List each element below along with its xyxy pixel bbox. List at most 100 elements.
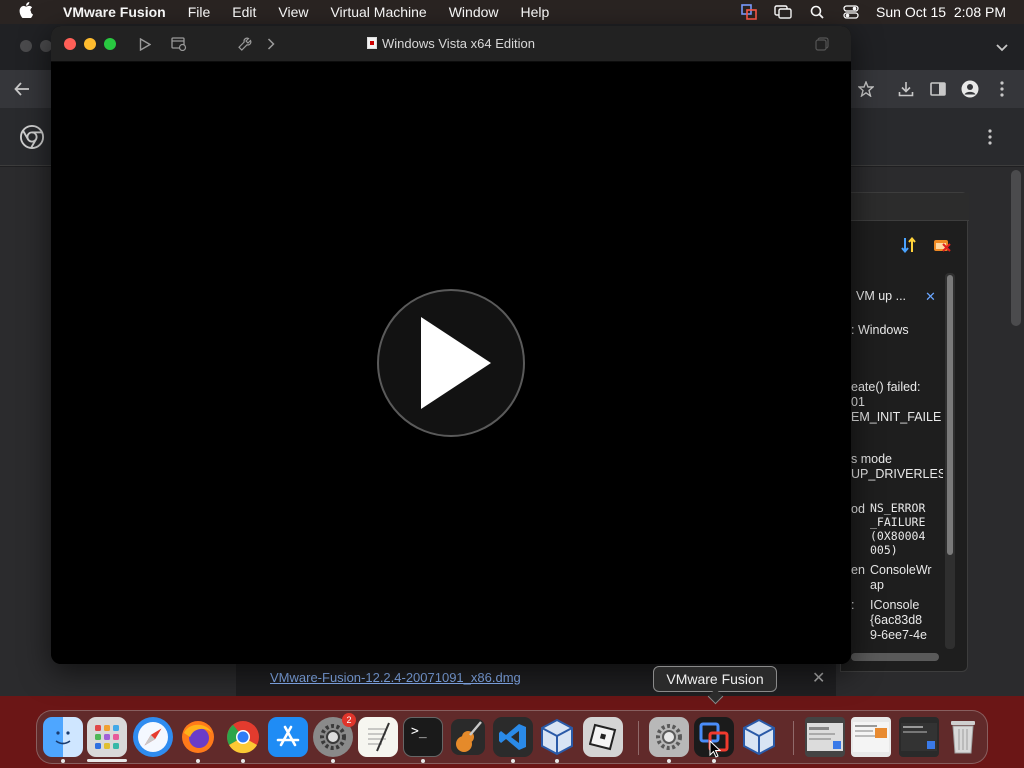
vm-window-titlebar: Windows Vista x64 Edition <box>51 26 851 62</box>
app-progress-bar <box>87 759 127 762</box>
dismiss-message-icon[interactable]: ✕ <box>925 289 936 305</box>
side-panel-icon[interactable] <box>926 77 950 101</box>
running-indicator <box>421 759 425 763</box>
play-button[interactable] <box>377 289 525 437</box>
chrome-icon[interactable] <box>223 717 263 757</box>
dock-separator <box>638 721 639 755</box>
browser-menu-icon[interactable] <box>990 77 1014 101</box>
log-line: 01 <box>851 395 865 409</box>
close-dot[interactable] <box>20 40 32 52</box>
vm-settings-icon[interactable] <box>649 717 689 757</box>
log-line: ConsoleWr <box>870 563 932 577</box>
vm-window-title: Windows Vista x64 Edition <box>51 36 851 51</box>
system-settings-icon[interactable]: 2 <box>313 713 356 757</box>
menu-clock[interactable]: Sun Oct 15 2:08 PM <box>876 4 1006 20</box>
log-line: s mode <box>851 452 892 466</box>
log-line: 005) <box>870 543 898 557</box>
tab-search-chevron-icon[interactable] <box>990 36 1014 60</box>
download-icon[interactable] <box>894 77 918 101</box>
vm-document-icon <box>367 37 378 49</box>
recent-screenshot-thumbnail[interactable] <box>899 717 939 757</box>
running-indicator <box>196 759 200 763</box>
roblox-icon[interactable] <box>583 717 623 757</box>
log-line: od <box>851 502 865 516</box>
profile-icon[interactable] <box>958 77 982 101</box>
log-line: 9-6ee7-4e <box>870 628 927 642</box>
error-log-dialog: VM up ... : Windows eate() failed: 01 EM… <box>840 192 969 672</box>
log-line: eate() failed: <box>851 380 921 394</box>
dialog-titlebar <box>841 193 969 221</box>
vmware-status-icon[interactable] <box>740 4 758 20</box>
mouse-cursor-icon <box>709 739 722 763</box>
log-line: : <box>851 598 855 612</box>
virtualbox-icon[interactable] <box>537 717 577 757</box>
scrollbar-thumb[interactable] <box>947 275 953 555</box>
menu-app-name[interactable]: VMware Fusion <box>52 4 177 20</box>
log-message-list: VM up ... : Windows eate() failed: 01 EM… <box>841 269 943 661</box>
screen-mirroring-icon[interactable] <box>774 5 792 19</box>
sort-icon[interactable] <box>901 236 917 256</box>
close-icon[interactable]: ✕ <box>812 668 825 688</box>
menu-file[interactable]: File <box>177 4 222 20</box>
fullscreen-icon[interactable] <box>813 35 831 53</box>
dock-tooltip: VMware Fusion <box>653 666 777 692</box>
play-triangle-icon <box>421 317 491 409</box>
garageband-icon[interactable] <box>448 717 488 757</box>
bookmark-star-icon[interactable] <box>854 77 878 101</box>
download-file-link[interactable]: VMware-Fusion-12.2.4-20071091_x86.dmg <box>270 670 521 685</box>
menu-view[interactable]: View <box>267 4 319 20</box>
running-indicator <box>241 759 245 763</box>
app-store-icon[interactable] <box>268 717 308 757</box>
more-options-icon[interactable] <box>978 125 1002 149</box>
log-line: IConsole <box>870 598 920 612</box>
menu-window[interactable]: Window <box>438 4 510 20</box>
menu-edit[interactable]: Edit <box>221 4 267 20</box>
menu-help[interactable]: Help <box>510 4 561 20</box>
firefox-icon[interactable] <box>178 717 218 757</box>
browser-scrollbar[interactable] <box>1011 170 1021 326</box>
log-line: _FAILURE <box>870 515 926 529</box>
log-line: EM_INIT_FAILE <box>851 410 942 424</box>
log-line: (0X80004 <box>870 529 926 543</box>
log-line: ap <box>870 578 884 592</box>
log-line: NS_ERROR <box>870 501 926 515</box>
vscode-icon[interactable] <box>493 717 533 757</box>
back-arrow-icon[interactable] <box>10 77 34 101</box>
log-line: en <box>851 563 865 577</box>
log-line: UP_DRIVERLES <box>851 467 943 481</box>
virtualbox-vm-icon[interactable] <box>739 717 779 757</box>
log-line: {6ac83d8 <box>870 613 923 627</box>
running-indicator <box>331 759 335 763</box>
dock: 2 >_ <box>36 710 988 764</box>
launchpad-icon[interactable] <box>87 717 127 757</box>
running-indicator <box>555 759 559 763</box>
running-indicator <box>667 759 671 763</box>
log-vertical-scrollbar[interactable] <box>945 273 955 649</box>
running-indicator <box>511 759 515 763</box>
control-center-icon[interactable] <box>842 5 860 19</box>
menu-bar: VMware Fusion File Edit View Virtual Mac… <box>0 0 1024 24</box>
finder-icon[interactable] <box>43 717 83 757</box>
tooltip-text: VMware Fusion <box>666 671 764 687</box>
notification-badge: 2 <box>342 713 356 727</box>
menu-virtual-machine[interactable]: Virtual Machine <box>319 4 437 20</box>
vm-display[interactable] <box>51 62 851 664</box>
log-horizontal-scrollbar[interactable] <box>851 653 939 661</box>
search-icon[interactable] <box>808 5 826 19</box>
running-indicator <box>61 759 65 763</box>
clear-log-icon[interactable] <box>933 237 951 256</box>
apple-menu-icon[interactable] <box>0 2 52 22</box>
log-line: : Windows <box>851 323 909 337</box>
vmware-vm-window: Windows Vista x64 Edition <box>51 26 851 664</box>
vm-title-text: Windows Vista x64 Edition <box>382 36 535 51</box>
dock-separator <box>793 721 794 755</box>
recent-document-thumbnail[interactable] <box>851 717 891 757</box>
safari-icon[interactable] <box>133 717 173 757</box>
terminal-icon[interactable]: >_ <box>403 717 443 757</box>
trash-icon[interactable] <box>943 717 983 757</box>
dialog-toolbar <box>901 236 951 256</box>
textedit-icon[interactable] <box>358 717 398 757</box>
log-line: VM up ... <box>856 289 907 303</box>
recent-window-thumbnail[interactable] <box>805 717 845 757</box>
chrome-logo-icon <box>20 125 44 149</box>
